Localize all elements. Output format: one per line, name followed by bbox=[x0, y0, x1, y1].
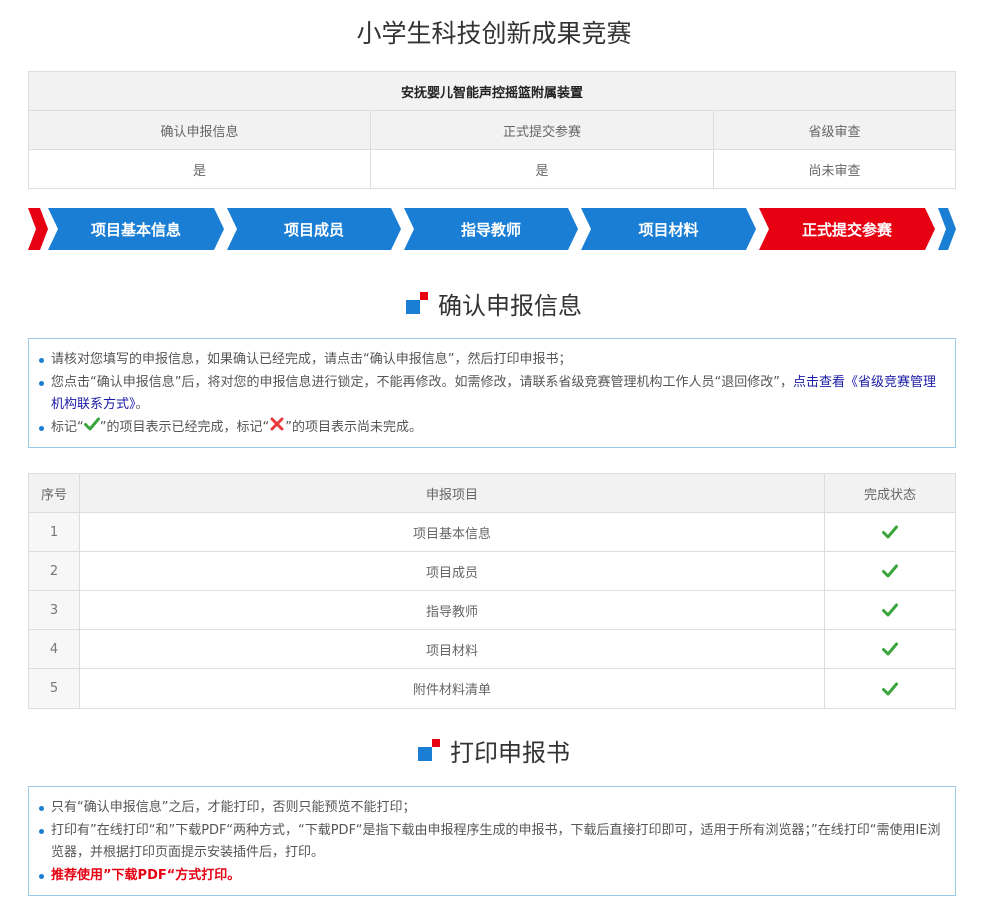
check-icon bbox=[83, 417, 100, 430]
check-icon bbox=[882, 564, 898, 578]
table-row: 4 项目材料 bbox=[29, 630, 955, 669]
table-row: 2 项目成员 bbox=[29, 552, 955, 591]
step-members[interactable]: 项目成员 bbox=[237, 208, 391, 250]
confirm-note-2: 您点击“确认申报信息”后，将对您的申报信息进行锁定，不能再修改。如需修改，请联系… bbox=[37, 372, 945, 417]
row-status bbox=[825, 630, 955, 668]
step-basic-info[interactable]: 项目基本信息 bbox=[58, 208, 214, 250]
print-note-1: 只有“确认申报信息”之后，才能打印，否则只能预览不能打印； bbox=[37, 797, 945, 820]
project-info-table: 安抚婴儿智能声控摇篮附属装置 确认申报信息 正式提交参赛 省级审查 是 是 尚未… bbox=[28, 71, 956, 189]
check-icon bbox=[882, 642, 898, 656]
row-no: 3 bbox=[29, 591, 80, 629]
print-section-title: 打印申报书 bbox=[0, 733, 988, 767]
status-table-header: 序号 申报项目 完成状态 bbox=[29, 474, 955, 513]
confirm-note-3-c: ”的项目表示尚未完成。 bbox=[285, 419, 422, 435]
row-status bbox=[825, 513, 955, 551]
row-item: 附件材料清单 bbox=[80, 669, 825, 708]
check-icon bbox=[882, 682, 898, 695]
table-row: 3 指导教师 bbox=[29, 591, 955, 630]
print-section-title-text: 打印申报书 bbox=[450, 738, 570, 767]
row-status bbox=[825, 669, 955, 708]
confirm-note-3-b: ”的项目表示已经完成，标记“ bbox=[99, 419, 270, 435]
row-no: 5 bbox=[29, 669, 80, 708]
check-icon bbox=[882, 525, 898, 539]
header-confirm: 确认申报信息 bbox=[29, 111, 371, 149]
step-lead-chevron bbox=[28, 208, 48, 250]
col-header-item: 申报项目 bbox=[80, 474, 825, 512]
print-note-3: 推荐使用”下载PDF“方式打印。 bbox=[37, 865, 945, 888]
row-no: 1 bbox=[29, 513, 80, 551]
section-square-icon bbox=[406, 292, 428, 314]
confirm-section-title: 确认申报信息 bbox=[0, 286, 988, 320]
page-title: 小学生科技创新成果竞赛 bbox=[356, 19, 632, 48]
confirm-note-2-end: 。 bbox=[135, 397, 149, 412]
confirm-note-1: 请核对您填写的申报信息，如果确认已经完成，请点击“确认申报信息”，然后打印申报书… bbox=[37, 349, 945, 372]
row-item: 项目成员 bbox=[80, 552, 825, 590]
step-advisors[interactable]: 指导教师 bbox=[414, 208, 568, 250]
confirm-notice-box: 请核对您填写的申报信息，如果确认已经完成，请点击“确认申报信息”，然后打印申报书… bbox=[28, 338, 956, 448]
row-item: 项目材料 bbox=[80, 630, 825, 668]
step-submit[interactable]: 正式提交参赛 bbox=[769, 208, 925, 250]
status-table: 序号 申报项目 完成状态 1 项目基本信息 2 项目成员 3 指导教师 4 项目… bbox=[28, 473, 956, 709]
col-header-no: 序号 bbox=[29, 474, 80, 512]
value-review: 尚未审查 bbox=[808, 163, 861, 179]
table-row: 1 项目基本信息 bbox=[29, 513, 955, 552]
confirm-note-2-text: 您点击“确认申报信息”后，将对您的申报信息进行锁定，不能再修改。如需修改，请联系… bbox=[51, 374, 793, 390]
row-item: 指导教师 bbox=[80, 591, 825, 629]
print-notice-box: 只有“确认申报信息”之后，才能打印，否则只能预览不能打印； 打印有”在线打印“和… bbox=[28, 786, 956, 896]
step-progress-bar: 项目基本信息 项目成员 指导教师 项目材料 正式提交参赛 bbox=[28, 208, 958, 250]
confirm-note-3: 标记“ ”的项目表示已经完成，标记“ ”的项目表示尚未完成。 bbox=[37, 417, 945, 440]
row-no: 4 bbox=[29, 630, 80, 668]
value-confirm: 是 bbox=[29, 150, 371, 188]
col-header-status: 完成状态 bbox=[863, 487, 916, 503]
header-review: 省级审查 bbox=[808, 124, 861, 140]
x-icon bbox=[270, 417, 284, 430]
project-name: 安抚婴儿智能声控摇篮附属装置 bbox=[29, 72, 955, 111]
confirm-note-3-a: 标记“ bbox=[51, 419, 84, 435]
header-submit: 正式提交参赛 bbox=[371, 111, 714, 149]
print-note-2: 打印有”在线打印“和”下载PDF“两种方式，“下载PDF“是指下载由申报程序生成… bbox=[37, 820, 945, 865]
check-icon bbox=[882, 603, 898, 617]
table-row: 5 附件材料清单 bbox=[29, 669, 955, 708]
row-item: 项目基本信息 bbox=[80, 513, 825, 551]
row-status bbox=[825, 591, 955, 629]
value-submit: 是 bbox=[371, 150, 714, 188]
step-materials[interactable]: 项目材料 bbox=[591, 208, 746, 250]
row-no: 2 bbox=[29, 552, 80, 590]
section-square-icon bbox=[418, 739, 440, 761]
project-info-header-row: 确认申报信息 正式提交参赛 省级审查 bbox=[29, 111, 955, 150]
row-status bbox=[825, 552, 955, 590]
project-info-value-row: 是 是 尚未审查 bbox=[29, 150, 955, 188]
confirm-section-title-text: 确认申报信息 bbox=[438, 291, 582, 320]
step-tail-chevron bbox=[938, 208, 956, 250]
